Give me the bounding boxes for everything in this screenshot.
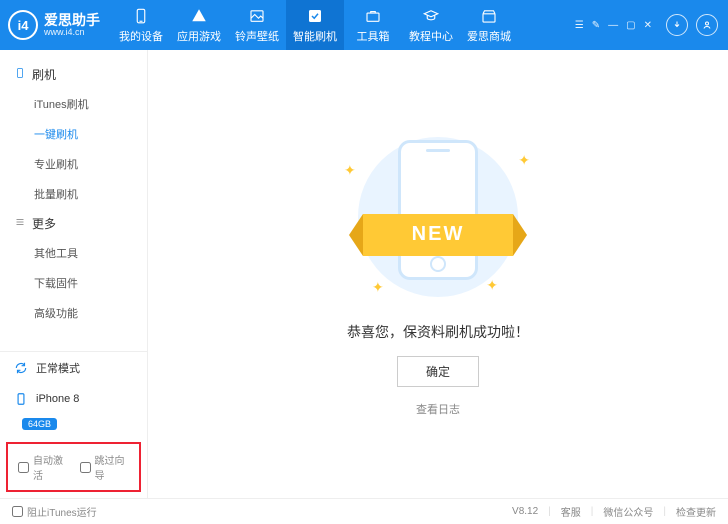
- sidebar-item-itunes[interactable]: iTunes刷机: [0, 89, 147, 119]
- success-message: 恭喜您，保资料刷机成功啦！: [347, 322, 529, 342]
- nav-label: 我的设备: [119, 28, 163, 44]
- success-illustration: ✦ ✦ ✦ ✦ NEW: [338, 132, 538, 302]
- wechat-link[interactable]: 微信公众号: [603, 504, 653, 519]
- brand-text: 爱思助手 www.i4.cn: [44, 13, 100, 37]
- toolbox-icon: [363, 6, 383, 26]
- nav-tutorial[interactable]: 教程中心: [402, 0, 460, 50]
- maximize-icon[interactable]: ▢: [626, 20, 635, 31]
- brand-title: 爱思助手: [44, 13, 100, 28]
- brand-logo-icon: i4: [8, 10, 38, 40]
- minimize-icon[interactable]: —: [608, 20, 618, 31]
- nav-label: 铃声壁纸: [235, 28, 279, 44]
- feedback-icon[interactable]: ✎: [592, 20, 600, 31]
- support-link[interactable]: 客服: [561, 504, 581, 519]
- nav-toolbox[interactable]: 工具箱: [344, 0, 402, 50]
- sidebar-section-flash: 刷机: [0, 60, 147, 89]
- refresh-icon: [14, 361, 28, 375]
- sparkle-icon: ✦: [372, 279, 384, 296]
- download-button[interactable]: [666, 14, 688, 36]
- sidebar-item-batch[interactable]: 批量刷机: [0, 179, 147, 209]
- menu-icon[interactable]: ☰: [575, 20, 584, 31]
- check-update-link[interactable]: 检查更新: [676, 504, 716, 519]
- sidebar-item-othertools[interactable]: 其他工具: [0, 238, 147, 268]
- nav-label: 智能刷机: [293, 28, 337, 44]
- storage-badge: 64GB: [22, 418, 57, 430]
- sparkle-icon: ✦: [486, 277, 498, 294]
- skip-guide-input[interactable]: [80, 462, 91, 473]
- version-label: V8.12: [512, 506, 538, 517]
- auto-activate-checkbox[interactable]: 自动激活: [18, 452, 68, 482]
- sidebar-item-firmware[interactable]: 下载固件: [0, 268, 147, 298]
- sidebar-item-oneclick[interactable]: 一键刷机: [0, 119, 147, 149]
- close-icon[interactable]: ✕: [644, 20, 652, 31]
- section-title: 刷机: [32, 66, 56, 83]
- device-name: iPhone 8: [36, 393, 79, 405]
- auto-activate-input[interactable]: [18, 462, 29, 473]
- block-itunes-label: 阻止iTunes运行: [27, 504, 97, 519]
- sparkle-icon: ✦: [518, 152, 530, 169]
- skip-guide-label: 跳过向导: [95, 452, 130, 482]
- status-right: V8.12| 客服| 微信公众号| 检查更新: [512, 504, 716, 519]
- nav-apps[interactable]: 应用游戏: [170, 0, 228, 50]
- status-bar: 阻止iTunes运行 V8.12| 客服| 微信公众号| 检查更新: [0, 498, 728, 524]
- list-icon: [14, 216, 26, 231]
- header-round-buttons: [656, 14, 728, 36]
- skip-guide-checkbox[interactable]: 跳过向导: [80, 452, 130, 482]
- mall-icon: [479, 6, 499, 26]
- sidebar-section-more: 更多: [0, 209, 147, 238]
- window-controls: ☰ ✎ — ▢ ✕: [575, 20, 656, 31]
- nav-mall[interactable]: 爱思商城: [460, 0, 518, 50]
- graduation-icon: [421, 6, 441, 26]
- ok-button[interactable]: 确定: [397, 356, 479, 387]
- phone-icon: [14, 392, 28, 406]
- new-ribbon: NEW: [363, 214, 513, 256]
- main-content: ✦ ✦ ✦ ✦ NEW 恭喜您，保资料刷机成功啦！ 确定 查看日志: [148, 50, 728, 498]
- section-title: 更多: [32, 215, 56, 232]
- device-mode[interactable]: 正常模式: [0, 352, 147, 384]
- top-nav: 我的设备 应用游戏 铃声壁纸 智能刷机 工具箱 教程中心 爱思商城: [112, 0, 518, 50]
- view-log-link[interactable]: 查看日志: [416, 401, 460, 417]
- sidebar-item-advanced[interactable]: 高级功能: [0, 298, 147, 328]
- block-itunes-checkbox[interactable]: 阻止iTunes运行: [12, 504, 97, 519]
- brand: i4 爱思助手 www.i4.cn: [0, 10, 112, 40]
- auto-activate-label: 自动激活: [33, 452, 68, 482]
- sidebar-item-pro[interactable]: 专业刷机: [0, 149, 147, 179]
- wallpaper-icon: [247, 6, 267, 26]
- app-body: 刷机 iTunes刷机 一键刷机 专业刷机 批量刷机 更多 其他工具 下载固件 …: [0, 50, 728, 498]
- user-button[interactable]: [696, 14, 718, 36]
- sidebar-scroll: 刷机 iTunes刷机 一键刷机 专业刷机 批量刷机 更多 其他工具 下载固件 …: [0, 50, 147, 351]
- sparkle-icon: ✦: [344, 162, 356, 179]
- brand-url: www.i4.cn: [44, 28, 100, 37]
- nav-device[interactable]: 我的设备: [112, 0, 170, 50]
- flash-options-highlight: 自动激活 跳过向导: [6, 442, 141, 492]
- nav-label: 爱思商城: [467, 28, 511, 44]
- sidebar: 刷机 iTunes刷机 一键刷机 专业刷机 批量刷机 更多 其他工具 下载固件 …: [0, 50, 148, 498]
- apps-icon: [189, 6, 209, 26]
- nav-label: 工具箱: [357, 28, 390, 44]
- nav-ringwall[interactable]: 铃声壁纸: [228, 0, 286, 50]
- phone-icon: [131, 6, 151, 26]
- device-info[interactable]: iPhone 8: [0, 384, 147, 414]
- phone-outline-icon: [14, 67, 26, 82]
- sidebar-bottom: 正常模式 iPhone 8 64GB 自动激活 跳过向导: [0, 351, 147, 498]
- flash-icon: [305, 6, 325, 26]
- block-itunes-input[interactable]: [12, 506, 23, 517]
- nav-label: 教程中心: [409, 28, 453, 44]
- illus-phone-icon: [398, 140, 478, 280]
- nav-flash[interactable]: 智能刷机: [286, 0, 344, 50]
- nav-label: 应用游戏: [177, 28, 221, 44]
- app-header: i4 爱思助手 www.i4.cn 我的设备 应用游戏 铃声壁纸 智能刷机 工具…: [0, 0, 728, 50]
- mode-label: 正常模式: [36, 360, 80, 376]
